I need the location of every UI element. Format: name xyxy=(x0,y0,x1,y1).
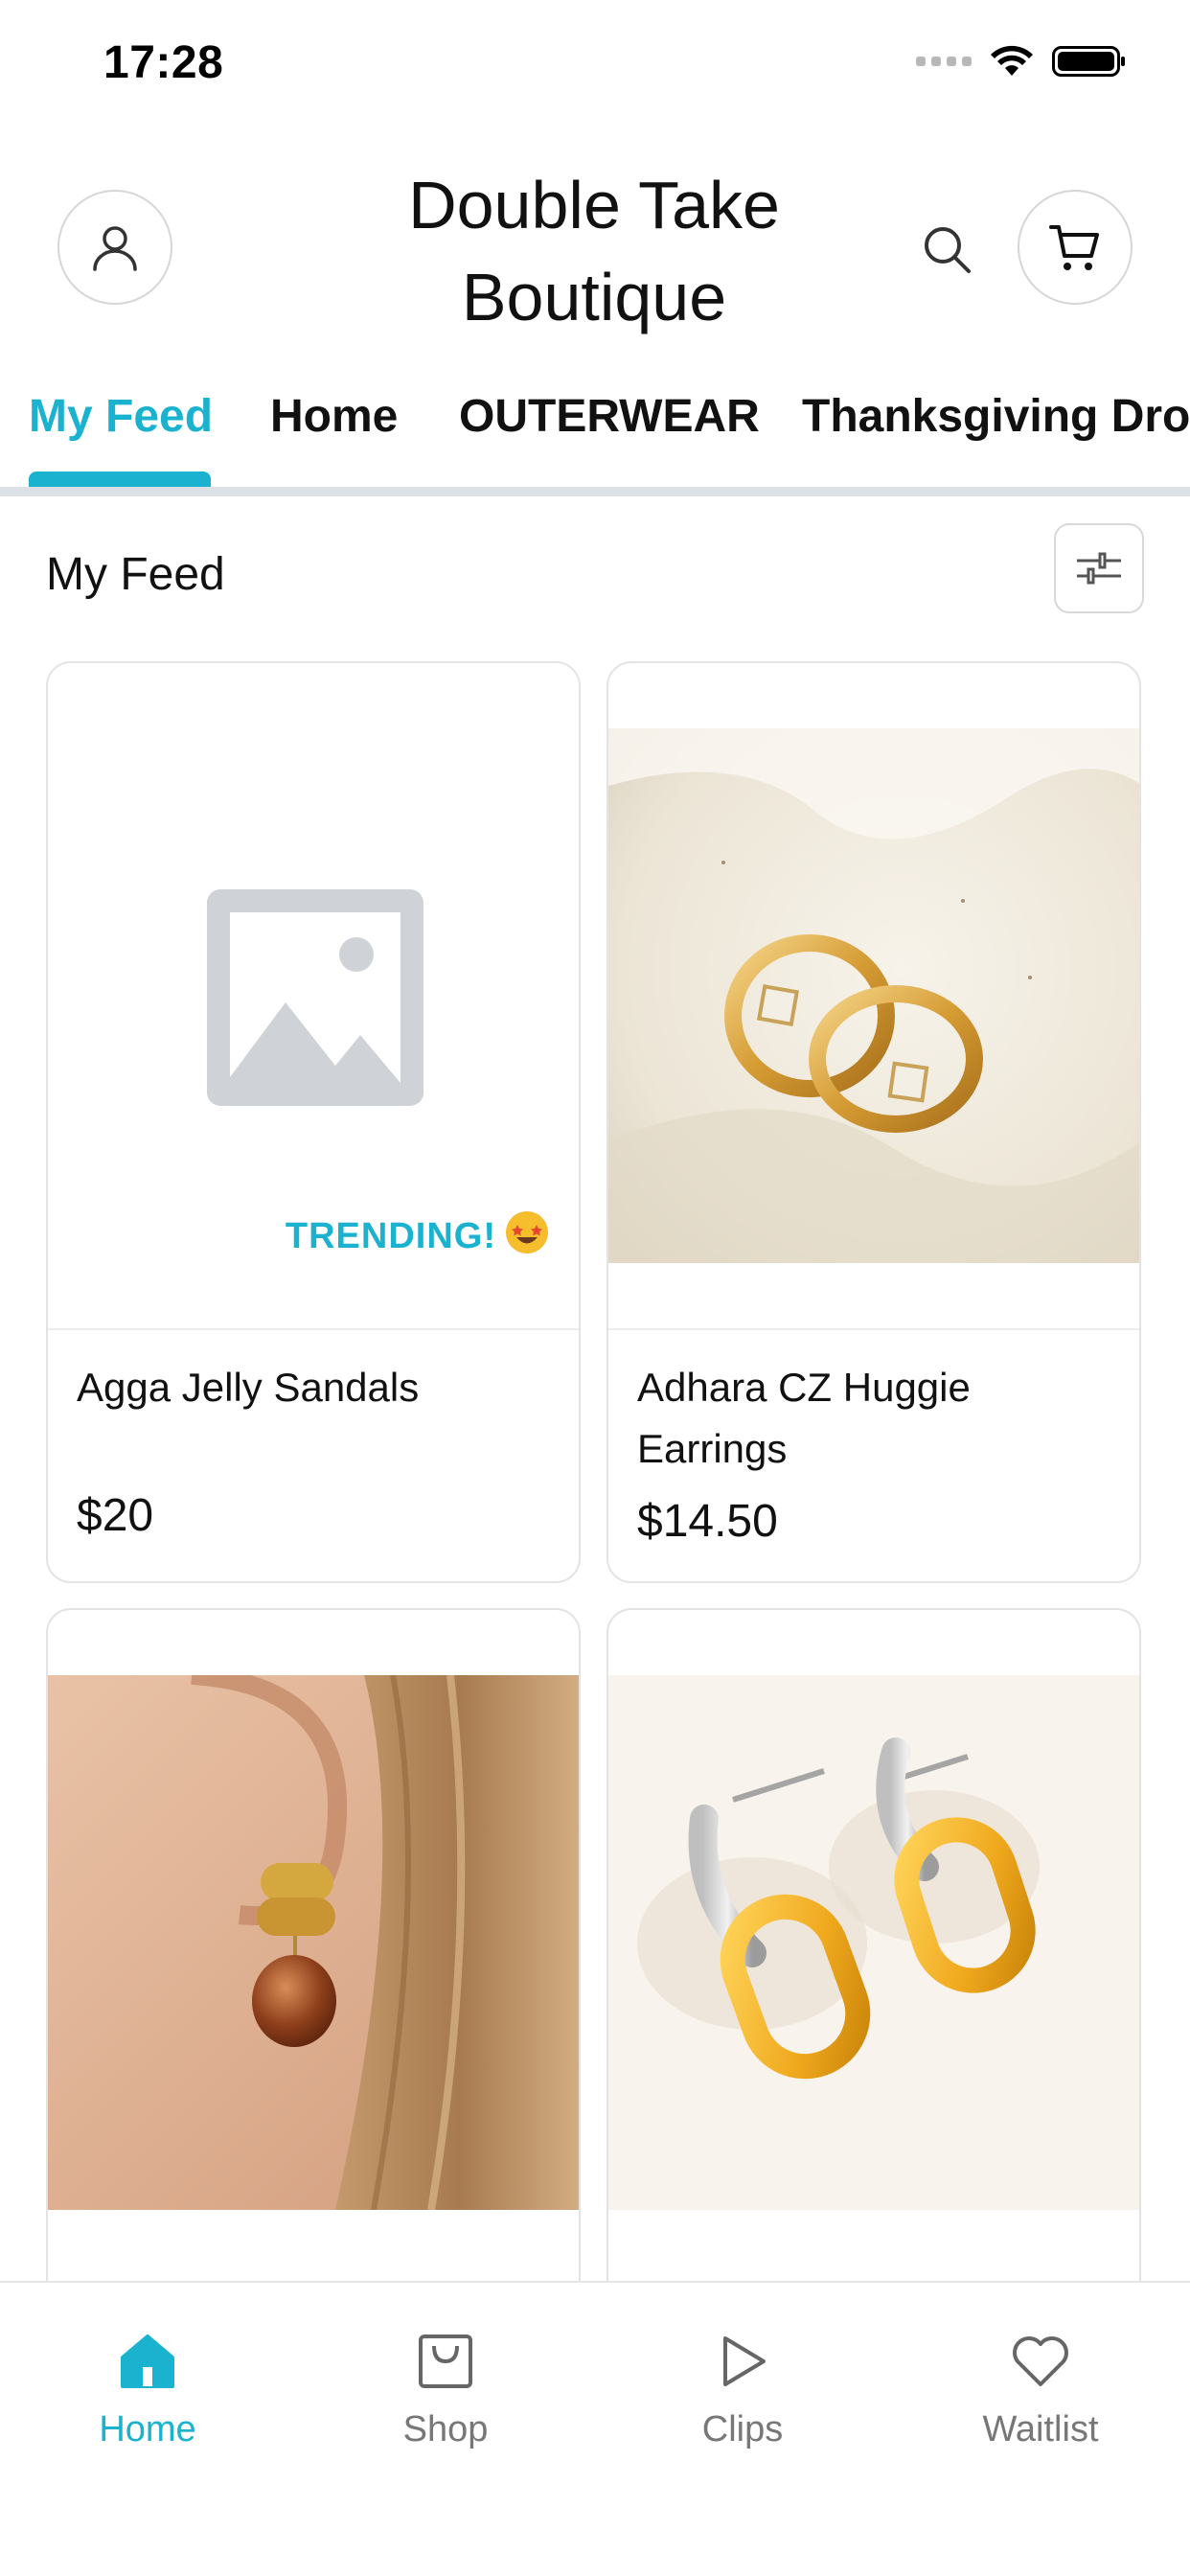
trending-label: TRENDING! xyxy=(285,1216,496,1256)
image-placeholder-icon xyxy=(207,889,423,1106)
product-name: Adhara CZ Huggie Earrings xyxy=(637,1365,971,1471)
section-title: My Feed xyxy=(46,549,225,600)
product-price: $20 xyxy=(77,1490,154,1541)
nav-shop[interactable]: Shop xyxy=(331,2327,561,2450)
shop-title: Double Take Boutique xyxy=(316,159,872,343)
tabs-divider xyxy=(0,487,1190,496)
bottom-nav: Home Shop Clips Waitlist xyxy=(0,2281,1190,2576)
card-divider xyxy=(48,1328,579,1330)
nav-waitlist[interactable]: Waitlist xyxy=(926,2327,1156,2450)
nav-clips-label: Clips xyxy=(701,2409,784,2450)
product-card[interactable] xyxy=(46,1608,581,2375)
nav-shop-label: Shop xyxy=(402,2409,489,2450)
wifi-icon xyxy=(991,45,1033,76)
play-icon xyxy=(708,2327,777,2396)
profile-button[interactable] xyxy=(57,190,172,305)
product-image-area: TRENDING! xyxy=(48,663,579,1328)
shop-title-line1: Double Take xyxy=(408,168,780,242)
product-card[interactable]: Adhara CZ Huggie Earrings $14.50 xyxy=(606,661,1141,1583)
search-icon xyxy=(925,227,971,273)
nav-clips[interactable]: Clips xyxy=(628,2327,858,2450)
status-icons xyxy=(916,44,1127,79)
product-image xyxy=(48,1675,579,2210)
product-image xyxy=(608,1675,1139,2210)
product-name: Agga Jelly Sandals xyxy=(77,1365,420,1410)
nav-home-label: Home xyxy=(99,2409,196,2450)
heart-icon xyxy=(1006,2327,1075,2396)
tab-home[interactable]: Home xyxy=(270,390,398,443)
shop-title-line2: Boutique xyxy=(461,260,727,334)
active-tab-indicator xyxy=(29,472,211,487)
status-time: 17:28 xyxy=(103,37,224,88)
nav-home[interactable]: Home xyxy=(33,2327,263,2450)
product-card[interactable]: TRENDING! Agga Jelly Sandals $20 xyxy=(46,661,581,1583)
header: Double Take Boutique xyxy=(0,144,1190,355)
cart-icon xyxy=(1049,225,1099,270)
tab-my-feed[interactable]: My Feed xyxy=(29,390,213,443)
shopping-bag-icon xyxy=(411,2327,480,2396)
card-divider xyxy=(608,1328,1139,1330)
trending-badge: TRENDING! xyxy=(286,1211,548,1257)
tab-thanksgiving-drop[interactable]: Thanksgiving Drop xyxy=(802,390,1190,443)
home-icon xyxy=(113,2327,182,2396)
cart-button[interactable] xyxy=(1018,190,1133,305)
gold-huggie-earrings-photo xyxy=(608,728,1139,1263)
battery-icon xyxy=(1052,46,1125,77)
two-tone-link-earrings-photo xyxy=(608,1675,1139,2210)
product-price: $14.50 xyxy=(637,1496,778,1547)
signal-dots-icon xyxy=(916,57,972,66)
status-bar: 17:28 xyxy=(0,0,1190,134)
search-button[interactable] xyxy=(916,218,977,280)
nav-waitlist-label: Waitlist xyxy=(982,2409,1099,2450)
product-image xyxy=(608,728,1139,1263)
gold-amber-drop-earring-photo xyxy=(48,1675,579,2210)
star-struck-emoji-icon xyxy=(506,1211,548,1254)
sliders-icon xyxy=(1077,552,1121,585)
person-icon xyxy=(93,226,137,271)
product-card[interactable] xyxy=(606,1608,1141,2375)
tab-outerwear[interactable]: OUTERWEAR xyxy=(459,390,760,443)
filter-button[interactable] xyxy=(1054,523,1144,613)
